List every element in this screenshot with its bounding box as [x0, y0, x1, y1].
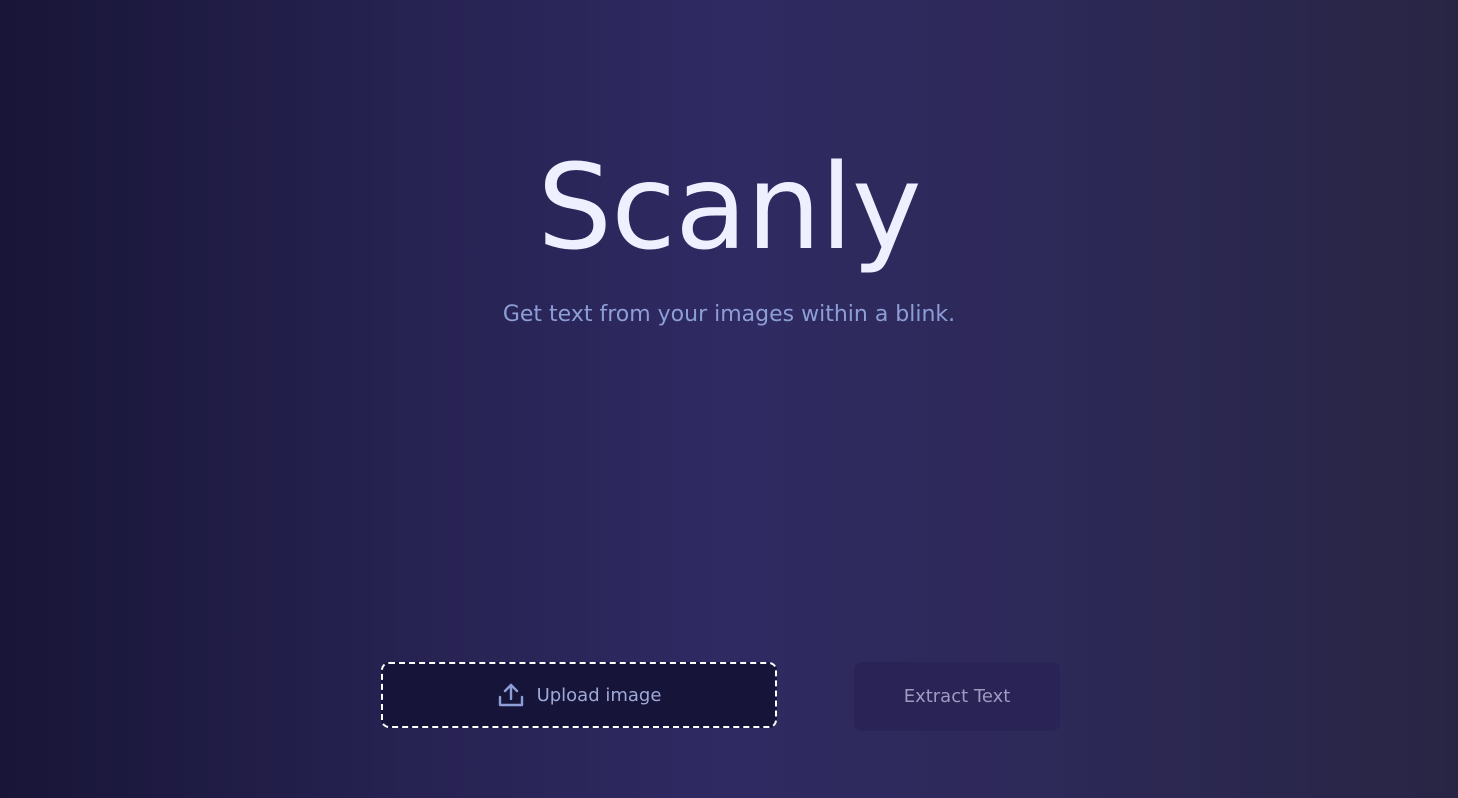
upload-image-button[interactable]: Upload image [381, 662, 777, 728]
upload-icon [497, 681, 525, 709]
app-subtitle: Get text from your images within a blink… [502, 302, 956, 327]
extract-text-button[interactable]: Extract Text [854, 662, 1060, 731]
app-title: Scanly [537, 138, 922, 276]
upload-image-label: Upload image [536, 684, 662, 706]
extract-text-label: Extract Text [903, 686, 1011, 707]
